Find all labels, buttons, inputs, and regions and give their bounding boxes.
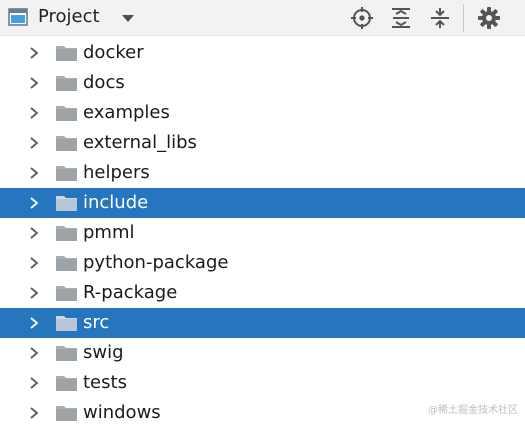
folder-icon [56,256,77,271]
locate-icon [351,7,373,29]
tree-node-swig[interactable]: swig [0,338,525,368]
chevron-right-icon[interactable] [27,166,41,180]
tree-node-label: external_libs [83,132,197,153]
tree-node-external-libs[interactable]: external_libs [0,128,525,158]
folder-icon [56,136,77,151]
expand-all-icon [392,8,410,28]
collapse-all-button[interactable] [427,5,453,31]
tree-node-docker[interactable]: docker [0,38,525,68]
tree-node-label: tests [83,372,127,393]
chevron-right-icon[interactable] [27,406,41,420]
folder-icon [56,166,77,181]
folder-icon [56,406,77,421]
project-window-icon [8,8,28,26]
tree-node-docs[interactable]: docs [0,68,525,98]
folder-icon [56,226,77,241]
chevron-right-icon[interactable] [27,46,41,60]
tree-node-label: docker [83,42,144,63]
gear-icon [478,7,500,29]
tree-node-pmml[interactable]: pmml [0,218,525,248]
tree-node-label: swig [83,342,124,363]
settings-button[interactable] [476,5,502,31]
expand-all-button[interactable] [388,5,414,31]
tree-node-label: docs [83,72,125,93]
locate-button[interactable] [349,5,375,31]
caret-down-icon[interactable] [119,10,137,28]
folder-icon [56,346,77,361]
tree-node-examples[interactable]: examples [0,98,525,128]
project-tree: docker docs examples external_libshelpers in… [0,38,525,425]
tree-node-r-package[interactable]: R-package [0,278,525,308]
project-title[interactable]: Project [38,6,100,28]
tree-node-label: src [83,312,110,333]
project-header: Project [0,0,525,36]
folder-icon [56,316,77,331]
tree-node-src[interactable]: src [0,308,525,338]
tree-node-label: python-package [83,252,229,273]
tree-node-label: include [83,192,149,213]
chevron-right-icon[interactable] [27,106,41,120]
toolbar-divider [463,4,464,32]
folder-icon [56,196,77,211]
chevron-right-icon[interactable] [27,136,41,150]
chevron-right-icon[interactable] [27,346,41,360]
chevron-right-icon[interactable] [27,316,41,330]
folder-icon [56,46,77,61]
collapse-all-icon [431,8,449,28]
folder-icon [56,76,77,91]
tree-node-helpers[interactable]: helpers [0,158,525,188]
tree-node-include[interactable]: include [0,188,525,218]
chevron-right-icon[interactable] [27,286,41,300]
tree-node-tests[interactable]: tests [0,368,525,398]
watermark: @稀土掘金技术社区 [428,405,518,416]
tree-node-label: helpers [83,162,150,183]
tree-node-python-package[interactable]: python-package [0,248,525,278]
tree-node-label: pmml [83,222,135,243]
tree-node-label: R-package [83,282,178,303]
chevron-right-icon[interactable] [27,226,41,240]
project-tool-window: Project docker docs examples external_li… [0,0,525,425]
tree-node-label: examples [83,102,170,123]
chevron-right-icon[interactable] [27,376,41,390]
chevron-right-icon[interactable] [27,196,41,210]
folder-icon [56,106,77,121]
folder-icon [56,376,77,391]
tree-node-label: windows [83,402,161,423]
folder-icon [56,286,77,301]
chevron-right-icon[interactable] [27,76,41,90]
chevron-right-icon[interactable] [27,256,41,270]
